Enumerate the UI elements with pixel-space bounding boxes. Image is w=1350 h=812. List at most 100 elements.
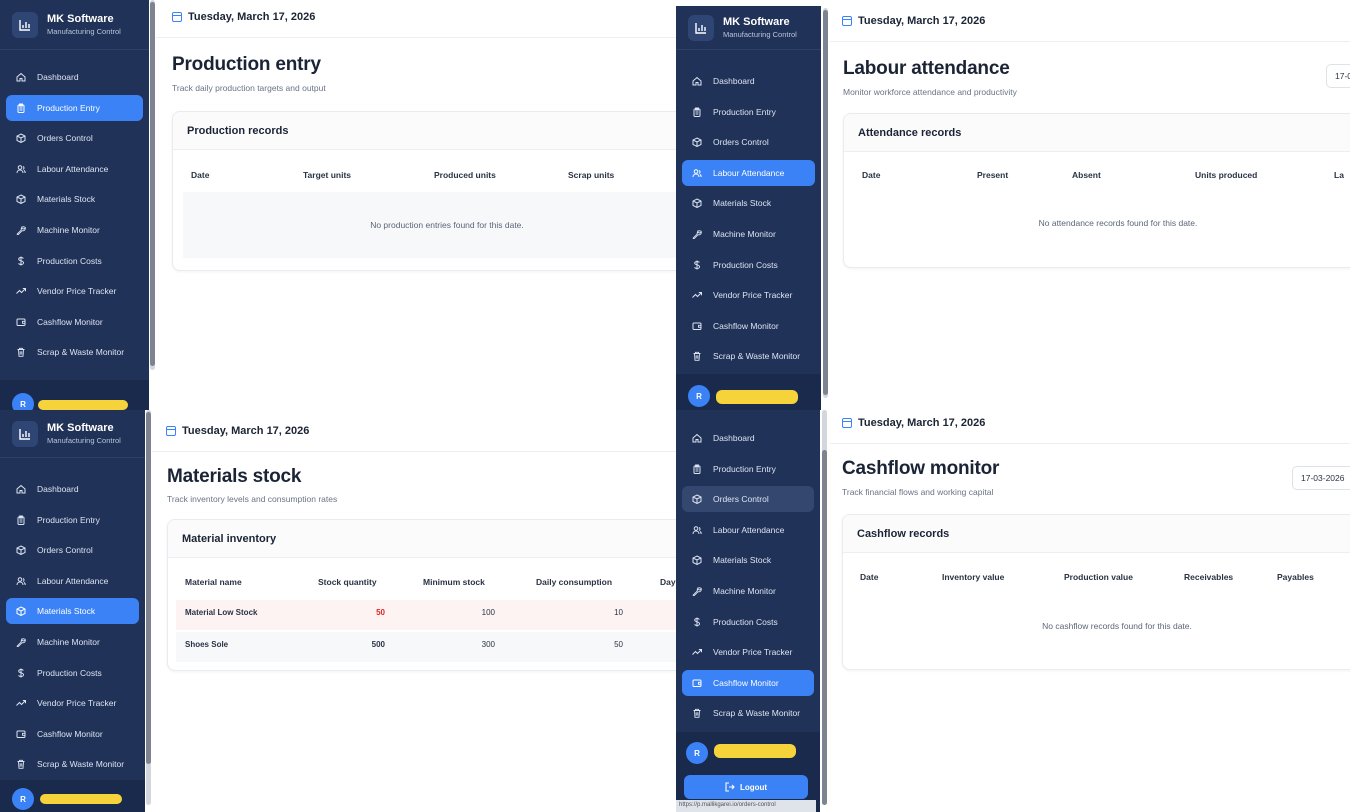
calendar-icon: [842, 15, 852, 26]
sidebar-item-production-entry[interactable]: Production Entry: [6, 94, 143, 121]
sidebar: MK Software Manufacturing Control Dashboa…: [0, 410, 145, 812]
sidebar-item-orders-control[interactable]: Orders Control: [6, 125, 143, 151]
sidebar-item-scrap-waste-monitor[interactable]: Scrap & Waste Monitor: [6, 751, 139, 777]
col-stock: Stock quantity: [318, 577, 377, 587]
sidebar-item-production-costs[interactable]: Production Costs: [682, 252, 815, 278]
current-date: Tuesday, March 17, 2026: [858, 14, 986, 27]
sidebar-item-vendor-price-tracker[interactable]: Vendor Price Tracker: [682, 639, 814, 665]
col-date: Date: [862, 170, 881, 180]
sidebar-item-production-entry[interactable]: Production Entry: [682, 99, 815, 125]
sidebar-item-dashboard[interactable]: Dashboard: [682, 68, 815, 94]
avatar[interactable]: R: [12, 393, 34, 410]
sidebar-item-label: Cashflow Monitor: [713, 677, 779, 688]
sidebar-item-machine-monitor[interactable]: Machine Monitor: [682, 221, 815, 247]
scrollbar-thumb[interactable]: [150, 2, 155, 366]
sidebar-item-label: Production Costs: [713, 259, 778, 270]
date-input[interactable]: 17-0: [1326, 64, 1350, 88]
box-icon: [16, 194, 26, 205]
sidebar-item-label: Dashboard: [713, 433, 755, 443]
avatar[interactable]: R: [686, 742, 708, 764]
logout-button[interactable]: Logout: [684, 775, 808, 799]
main: Tuesday, March 17, 2026 Materials stock …: [152, 410, 676, 812]
dollar-icon: [692, 617, 702, 627]
sidebar-item-labour-attendance[interactable]: Labour Attendance: [6, 568, 139, 594]
chart-bar-icon: [12, 420, 38, 447]
sidebar-item-materials-stock[interactable]: Materials Stock: [682, 190, 815, 216]
scrollbar-thumb[interactable]: [822, 450, 827, 805]
sidebar-item-scrap-waste-monitor[interactable]: Scrap & Waste Monitor: [682, 343, 815, 369]
sidebar-item-production-entry[interactable]: Production Entry: [6, 507, 139, 533]
date-input[interactable]: 17-03-2026: [1292, 466, 1350, 490]
sidebar-nav: Dashboard Production Entry Orders Control L…: [0, 458, 145, 777]
scrollbar-thumb[interactable]: [146, 412, 151, 764]
sidebar-item-production-entry[interactable]: Production Entry: [682, 456, 814, 482]
sidebar-item-label: Materials Stock: [37, 194, 96, 205]
avatar[interactable]: R: [12, 788, 34, 810]
scrollbar-thumb[interactable]: [823, 10, 828, 395]
col-production: Production value: [1064, 572, 1133, 582]
records-card: Production records Date Target units Pro…: [172, 111, 676, 271]
sidebar-item-labour-attendance[interactable]: Labour Attendance: [682, 517, 814, 543]
clipboard-icon: [692, 464, 702, 474]
box-icon: [692, 137, 702, 148]
sidebar-item-cashflow-monitor[interactable]: Cashflow Monitor: [682, 313, 815, 339]
screenshot-production: MK Software Manufacturing Control Dashboa…: [0, 0, 676, 410]
sidebar-item-dashboard[interactable]: Dashboard: [682, 425, 814, 451]
sidebar-item-materials-stock[interactable]: Materials Stock: [6, 186, 143, 212]
trending-up-icon: [692, 647, 702, 657]
brand-name: MK Software: [723, 16, 790, 29]
trending-up-icon: [16, 286, 26, 296]
sidebar-item-label: Scrap & Waste Monitor: [713, 351, 801, 362]
col-material: Material name: [185, 577, 242, 587]
sidebar-item-orders-control[interactable]: Orders Control: [682, 129, 815, 155]
sidebar-item-orders-control[interactable]: Orders Control: [682, 486, 814, 513]
sidebar-nav: Dashboard Production Entry Orders Control L…: [0, 50, 149, 365]
sidebar-item-scrap-waste-monitor[interactable]: Scrap & Waste Monitor: [682, 700, 814, 726]
sidebar-item-production-costs[interactable]: Production Costs: [682, 609, 814, 635]
brand: MK Software Manufacturing Control: [0, 410, 145, 458]
sidebar-item-cashflow-monitor[interactable]: Cashflow Monitor: [6, 721, 139, 747]
sidebar-item-label: Machine Monitor: [37, 224, 100, 235]
sidebar-item-labour-attendance[interactable]: Labour Attendance: [6, 156, 143, 182]
sidebar-item-orders-control[interactable]: Orders Control: [6, 537, 139, 563]
sidebar-item-dashboard[interactable]: Dashboard: [6, 64, 143, 90]
sidebar-item-cashflow-monitor[interactable]: Cashflow Monitor: [682, 669, 814, 696]
avatar[interactable]: R: [688, 385, 710, 407]
redacted-user-name: [716, 390, 798, 404]
col-payables: Payables: [1277, 572, 1314, 582]
sidebar-item-dashboard[interactable]: Dashboard: [6, 476, 139, 502]
col-absent: Absent: [1072, 170, 1101, 180]
sidebar-item-cashflow-monitor[interactable]: Cashflow Monitor: [6, 309, 143, 335]
sidebar-item-materials-stock[interactable]: Materials Stock: [682, 547, 814, 573]
sidebar-item-production-costs[interactable]: Production Costs: [6, 248, 143, 274]
sidebar-item-label: Production Costs: [37, 255, 102, 266]
user-footer: R: [0, 380, 149, 410]
card-title: Material inventory: [168, 520, 676, 558]
col-cut: La: [1334, 170, 1344, 180]
col-minimum: Minimum stock: [423, 577, 485, 587]
sidebar-item-vendor-price-tracker[interactable]: Vendor Price Tracker: [6, 278, 143, 304]
sidebar-item-label: Labour Attendance: [37, 163, 109, 174]
sidebar-item-machine-monitor[interactable]: Machine Monitor: [6, 629, 139, 655]
sidebar-item-label: Production Costs: [713, 616, 778, 627]
dollar-icon: [16, 668, 26, 678]
minimum-stock: 100: [481, 608, 495, 617]
sidebar-item-label: Cashflow Monitor: [37, 316, 103, 327]
sidebar-item-materials-stock[interactable]: Materials Stock: [6, 598, 139, 625]
sidebar-item-production-costs[interactable]: Production Costs: [6, 660, 139, 686]
sidebar-item-label: Orders Control: [37, 545, 93, 556]
sidebar-item-label: Production Costs: [37, 667, 102, 678]
sidebar-item-label: Orders Control: [713, 494, 769, 505]
sidebar-item-label: Materials Stock: [713, 198, 772, 209]
sidebar-item-label: Scrap & Waste Monitor: [37, 347, 125, 358]
wallet-icon: [16, 729, 26, 739]
sidebar-item-scrap-waste-monitor[interactable]: Scrap & Waste Monitor: [6, 339, 143, 365]
sidebar-item-labour-attendance[interactable]: Labour Attendance: [682, 159, 815, 186]
sidebar: Dashboard Production Entry Orders Control L…: [676, 410, 820, 812]
sidebar-item-label: Orders Control: [37, 133, 93, 144]
sidebar-item-machine-monitor[interactable]: Machine Monitor: [682, 578, 814, 604]
sidebar-item-vendor-price-tracker[interactable]: Vendor Price Tracker: [6, 690, 139, 716]
page-subtitle: Track inventory levels and consumption r…: [167, 494, 338, 504]
sidebar-item-vendor-price-tracker[interactable]: Vendor Price Tracker: [682, 282, 815, 308]
sidebar-item-machine-monitor[interactable]: Machine Monitor: [6, 217, 143, 243]
